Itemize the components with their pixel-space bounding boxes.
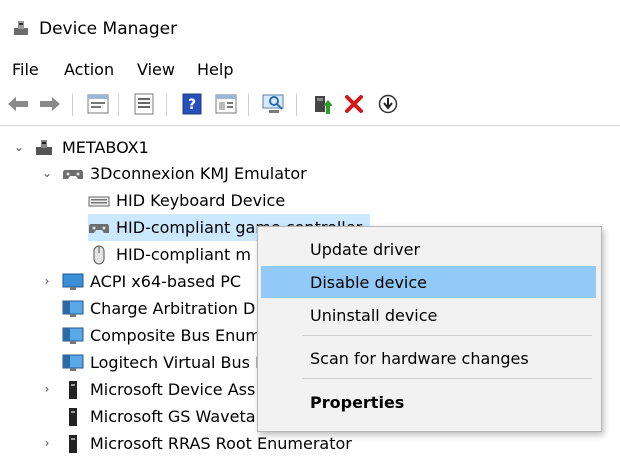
scan-hardware-button[interactable]: [262, 92, 286, 116]
computer-icon: [36, 139, 52, 155]
show-hide-button[interactable]: [214, 92, 238, 116]
system-device-icon: [62, 354, 84, 371]
menu-uninstall-device[interactable]: Uninstall device: [261, 299, 596, 331]
uninstall-icon: [345, 95, 363, 113]
menu-item-label: Properties: [310, 392, 405, 412]
chevron-down-icon[interactable]: ⌄: [40, 166, 54, 180]
tree-category-label: Microsoft Device Ass: [90, 380, 256, 399]
menu-scan-hardware[interactable]: Scan for hardware changes: [261, 342, 596, 374]
tree-category-microsoft-gs-wavetable[interactable]: Microsoft GS Waveta: [40, 403, 256, 430]
menu-item-label: Scan for hardware changes: [310, 348, 529, 368]
menu-view[interactable]: View: [137, 60, 175, 79]
tree-child-mouse[interactable]: HID-compliant m: [88, 241, 251, 268]
tree-category-acpi[interactable]: › ACPI x64-based PC: [40, 268, 242, 295]
tree-child-keyboard[interactable]: HID Keyboard Device: [88, 187, 285, 214]
tree-child-label: HID Keyboard Device: [116, 191, 286, 210]
list-view-icon: [134, 93, 154, 115]
chevron-right-icon[interactable]: ›: [40, 436, 54, 450]
menu-file[interactable]: File: [12, 60, 39, 79]
tree-category-microsoft-device-association[interactable]: › Microsoft Device Ass: [40, 376, 256, 403]
properties-button[interactable]: [86, 92, 110, 116]
keyboard-icon: [88, 196, 110, 206]
monitor-icon: [62, 273, 84, 290]
tree-category-label: 3Dconnexion KMJ Emulator: [90, 164, 307, 183]
menu-action[interactable]: Action: [64, 60, 114, 79]
download-icon: [378, 94, 398, 114]
menu-disable-device[interactable]: Disable device: [261, 266, 596, 298]
device-tower-icon: [69, 380, 77, 399]
menu-separator: [302, 378, 592, 379]
menu-help[interactable]: Help: [197, 60, 233, 79]
scan-hardware-icon: [262, 94, 284, 113]
help-button[interactable]: ?: [180, 92, 204, 116]
show-hide-icon: [215, 94, 237, 114]
game-controller-icon: [89, 223, 109, 233]
system-device-icon: [62, 300, 84, 317]
menu-item-label: Update driver: [310, 239, 421, 259]
toolbar: ?: [0, 88, 620, 122]
game-controller-icon: [63, 169, 83, 179]
update-driver-icon: [315, 96, 332, 114]
chevron-right-icon[interactable]: ›: [40, 274, 54, 288]
menu-update-driver[interactable]: Update driver: [261, 233, 596, 265]
context-menu: Update driver Disable device Uninstall d…: [257, 226, 602, 432]
tree-root[interactable]: ⌄ METABOX1: [12, 134, 149, 161]
update-driver-button[interactable]: [310, 92, 334, 116]
tree-category-charge-arbitration[interactable]: Charge Arbitration D: [40, 295, 255, 322]
chevron-down-icon[interactable]: ⌄: [12, 140, 26, 154]
svg-text:?: ?: [188, 97, 196, 113]
window-title: Device Manager: [39, 19, 178, 39]
uninstall-button[interactable]: [342, 92, 366, 116]
list-view-button[interactable]: [132, 92, 156, 116]
device-manager-icon: [14, 21, 28, 35]
system-device-icon: [62, 327, 84, 344]
properties-icon: [87, 94, 109, 114]
tree-category-3dconnexion[interactable]: ⌄ 3Dconnexion KMJ Emulator: [40, 160, 307, 187]
tree-category-label: Microsoft GS Waveta: [90, 407, 256, 426]
back-button[interactable]: [6, 92, 30, 116]
tree-category-label: Logitech Virtual Bus E: [90, 353, 266, 372]
tree-root-label: METABOX1: [62, 138, 149, 157]
back-arrow-icon: [8, 97, 28, 111]
menu-bar: File Action View Help: [0, 58, 620, 84]
mouse-icon: [93, 245, 105, 264]
menu-separator: [302, 335, 592, 336]
forward-button[interactable]: [38, 92, 62, 116]
menu-item-label: Disable device: [310, 272, 427, 292]
download-button[interactable]: [376, 92, 400, 116]
forward-arrow-icon: [40, 97, 60, 111]
chevron-right-icon[interactable]: ›: [40, 382, 54, 396]
tree-category-composite-bus[interactable]: Composite Bus Enum: [40, 322, 261, 349]
help-icon: ?: [182, 93, 202, 115]
tree-category-label: ACPI x64-based PC: [90, 272, 242, 291]
tree-category-label: Composite Bus Enum: [90, 326, 261, 345]
tree-child-label: HID-compliant m: [116, 245, 251, 264]
tree-category-logitech-virtual-bus[interactable]: Logitech Virtual Bus E: [40, 349, 265, 376]
tree-category-label: Charge Arbitration D: [90, 299, 256, 318]
menu-item-label: Uninstall device: [310, 305, 438, 325]
device-tower-icon: [69, 407, 77, 426]
title-bar: Device Manager: [0, 0, 620, 58]
menu-properties[interactable]: Properties: [261, 386, 596, 418]
